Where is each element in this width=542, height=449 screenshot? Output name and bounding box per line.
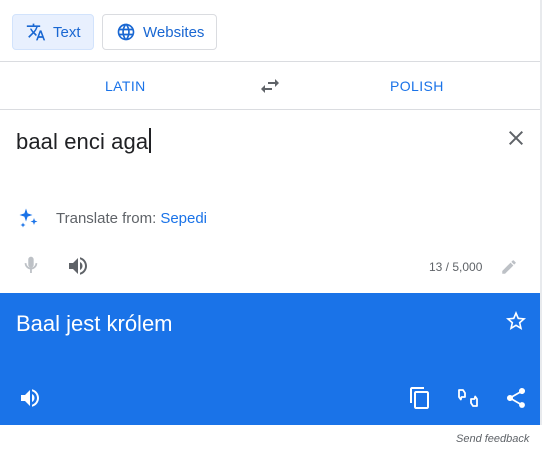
send-feedback-link[interactable]: Send feedback [456, 433, 529, 445]
close-icon[interactable] [504, 126, 528, 150]
source-text: baal enci aga [16, 129, 149, 154]
text-caret [149, 128, 151, 153]
detected-language-link[interactable]: Sepedi [160, 210, 207, 227]
star-icon[interactable] [504, 309, 528, 333]
mode-bar: Text Websites [0, 0, 540, 62]
globe-icon [115, 21, 137, 43]
text-mode-button[interactable]: Text [12, 14, 94, 50]
translation-text: Baal jest królem [16, 311, 173, 336]
pencil-icon[interactable] [500, 258, 518, 276]
target-language-button[interactable]: POLISH [390, 62, 444, 110]
websites-mode-button[interactable]: Websites [102, 14, 217, 50]
source-panel: baal enci aga Translate from: Sepedi 13 … [0, 110, 540, 293]
language-bar: LATIN POLISH [0, 62, 540, 110]
source-language-button[interactable]: LATIN [105, 62, 146, 110]
rate-icon[interactable] [456, 386, 480, 410]
translate-icon [25, 21, 47, 43]
mic-icon[interactable] [19, 254, 43, 278]
websites-mode-label: Websites [143, 23, 205, 41]
translate-widget: Text Websites LATIN POLISH baal enci aga… [0, 0, 542, 449]
detect-prefix: Translate from: [56, 209, 157, 227]
swap-icon[interactable] [258, 74, 282, 98]
text-mode-label: Text [53, 23, 81, 41]
character-count: 13 / 5,000 [429, 260, 483, 274]
speaker-icon[interactable] [18, 386, 42, 410]
copy-icon[interactable] [408, 386, 432, 410]
target-panel: Baal jest królem [0, 293, 540, 425]
detected-language-suggestion: Translate from: Sepedi [16, 206, 207, 230]
share-icon[interactable] [504, 386, 528, 410]
speaker-icon[interactable] [66, 254, 90, 278]
source-text-input[interactable]: baal enci aga [16, 128, 151, 155]
sparkle-icon [16, 206, 40, 230]
